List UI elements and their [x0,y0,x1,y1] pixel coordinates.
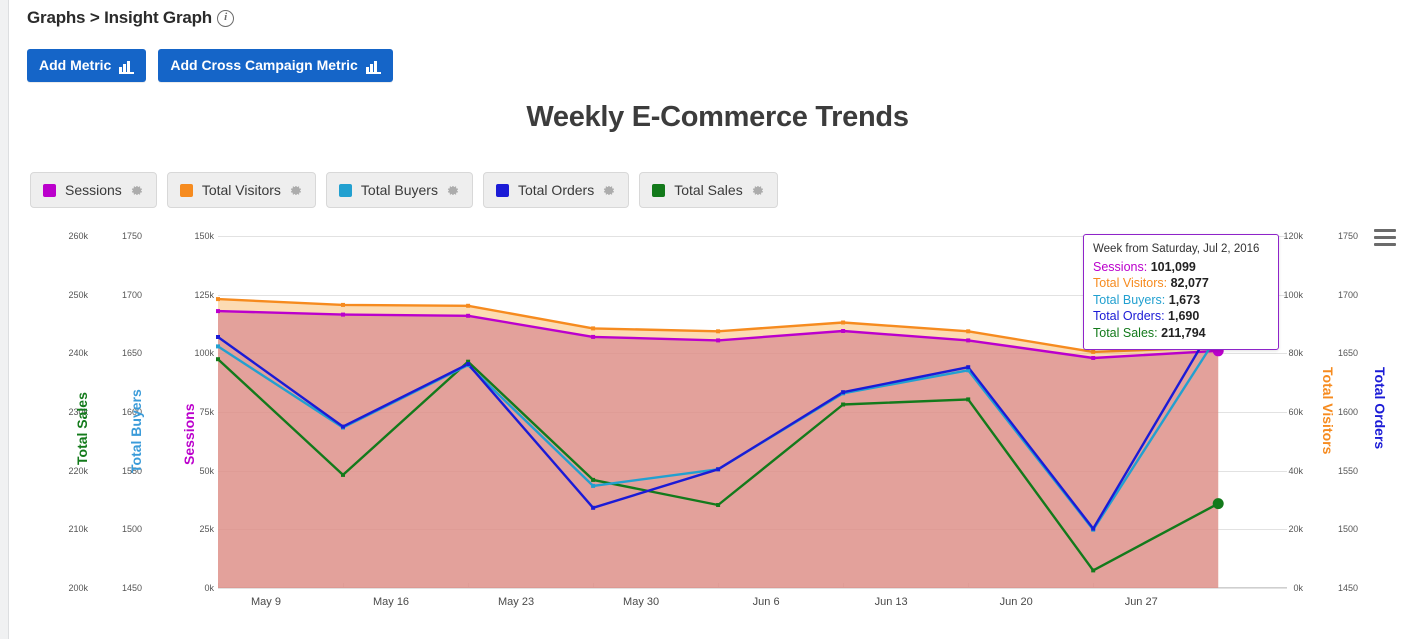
left-rail [0,0,9,639]
tooltip-row-value: 101,099 [1150,259,1196,274]
x-axis-tick-label: Jun 6 [752,596,780,608]
bar-chart-icon [119,59,135,74]
app-root: Graphs > Insight Graph i Add Metric Add … [0,0,1426,639]
gear-icon[interactable] [752,184,765,197]
legend-item-label: Total Sales [674,182,743,198]
gear-icon[interactable] [290,184,303,197]
legend-color-swatch [43,183,56,197]
tooltip-row-label: Sessions: [1093,259,1148,274]
legend-item-label: Total Buyers [360,182,438,198]
tooltip-rows: Sessions: 101,099 Total Visitors: 82,077 T… [1093,259,1269,342]
legend-color-swatch [495,183,509,197]
gear-icon[interactable] [603,184,616,197]
tooltip-row-value: 1,673 [1168,292,1201,307]
tooltip-row-label: Total Orders: [1093,309,1165,323]
chart-title: Weekly E-Commerce Trends [526,101,909,133]
hamburger-menu-icon[interactable] [1374,229,1396,246]
tooltip-row-label: Total Visitors: [1093,276,1168,290]
legend-item-total-sales[interactable]: Total Sales [639,172,778,208]
tooltip-row-value: 211,794 [1161,325,1206,340]
add-metric-button[interactable]: Add Metric [27,49,147,82]
add-metric-button-label: Add Metric [39,57,112,73]
tooltip-title: Week from Saturday, Jul 2, 2016 [1093,243,1260,255]
legend-item-total-buyers[interactable]: Total Buyers [325,172,473,208]
toolbar: Add Metric Add Cross Campaign Metric [27,49,393,82]
legend-color-swatch [179,183,193,197]
tooltip-row: Total Sales: 211,794 [1093,325,1269,342]
legend-color-swatch [338,183,352,197]
chart-tooltip: Week from Saturday, Jul 2, 2016 Sessions… [1083,234,1279,350]
breadcrumb: Graphs > Insight Graph i [27,8,234,28]
tooltip-row: Total Buyers: 1,673 [1093,292,1269,309]
page-content: Graphs > Insight Graph i Add Metric Add … [9,0,1426,639]
x-axis-tick-label: Jun 27 [1124,596,1158,608]
legend-item-label: Sessions [65,182,122,198]
x-axis-tick-label: May 16 [372,596,410,608]
legend: Sessions Total Visitors Total Buyers Total … [30,172,778,208]
legend-item-sessions[interactable]: Sessions [30,172,157,208]
gear-icon[interactable] [131,184,144,197]
tooltip-row: Total Visitors: 82,077 [1093,275,1269,292]
legend-item-total-orders[interactable]: Total Orders [482,172,630,208]
gear-icon[interactable] [447,184,460,197]
tooltip-row: Sessions: 101,099 [1093,259,1269,276]
tooltip-row-label: Total Buyers: [1093,292,1166,307]
add-cross-campaign-metric-button-label: Add Cross Campaign Metric [170,57,358,73]
tooltip-row-label: Total Sales: [1093,325,1158,340]
legend-item-label: Total Orders [517,182,595,198]
breadcrumb-text[interactable]: Graphs > Insight Graph [27,8,212,28]
x-axis-tick-label: May 30 [623,596,660,608]
legend-color-swatch [652,183,666,197]
tooltip-row-value: 82,077 [1170,276,1209,290]
legend-item-label: Total Visitors [201,182,281,198]
x-axis-tick-label: May 9 [251,596,281,608]
legend-item-total-visitors[interactable]: Total Visitors [166,172,316,208]
tooltip-row: Total Orders: 1,690 [1093,308,1269,325]
add-cross-campaign-metric-button[interactable]: Add Cross Campaign Metric [158,49,393,82]
x-axis-tick-label: May 23 [498,596,535,608]
info-icon[interactable]: i [217,9,234,27]
x-axis-tick-label: Jun 20 [999,596,1033,608]
tooltip-row-value: 1,690 [1168,309,1200,323]
bar-chart-icon [365,59,381,74]
x-axis-tick-label: Jun 13 [874,596,908,608]
